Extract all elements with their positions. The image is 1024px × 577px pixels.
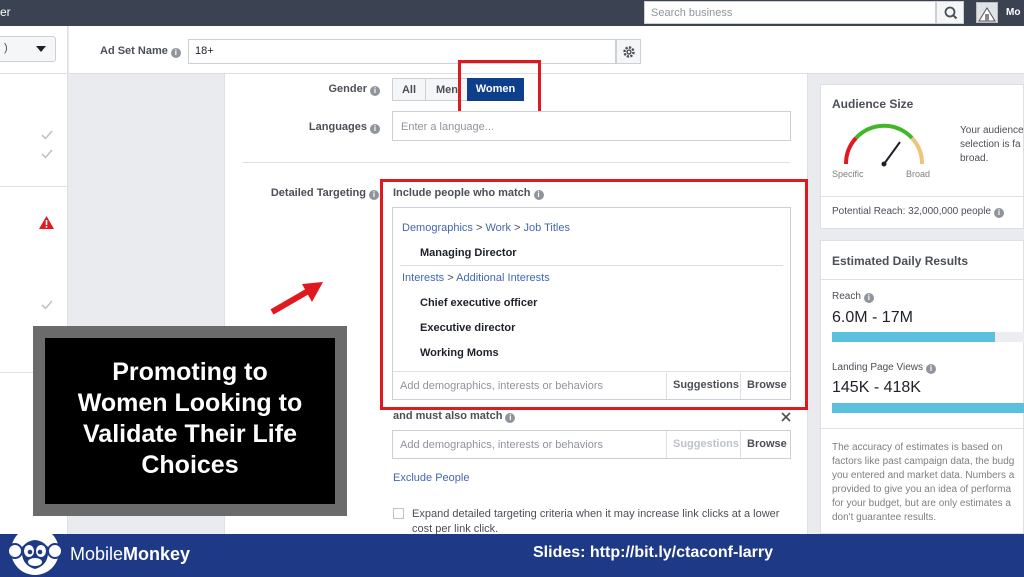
vertical-divider <box>666 431 667 458</box>
audience-gauge <box>843 123 925 167</box>
brand-name: MobileMonkey <box>70 544 190 565</box>
daily-results-title: Estimated Daily Results <box>832 254 969 268</box>
reach-value: 6.0M - 17M <box>832 309 913 326</box>
adset-name-label-text: Ad Set Name <box>100 45 168 57</box>
exclude-people-link[interactable]: Exclude People <box>393 472 469 484</box>
expand-targeting-text: Expand detailed targeting criteria when … <box>412 508 780 535</box>
monkey-logo-icon <box>7 527 63 575</box>
adset-name-label: Ad Set Name i <box>100 45 181 58</box>
callout-line: Promoting to <box>112 358 268 386</box>
card-divider <box>821 279 1024 280</box>
landing-page-views-value: 145K - 418K <box>832 379 921 396</box>
dropdown-fragment: ) <box>4 42 8 54</box>
vertical-divider <box>740 431 741 458</box>
disclaimer-line: you entered and market data. Numbers a <box>832 470 1015 481</box>
search-button[interactable] <box>936 1 964 24</box>
adset-name-input[interactable]: 18+ <box>188 39 616 64</box>
building-icon <box>978 7 996 22</box>
red-arrow-icon <box>270 282 323 315</box>
languages-input[interactable]: Enter a language... <box>392 111 791 141</box>
must-also-match-label: and must also match i <box>393 410 516 423</box>
close-icon[interactable] <box>781 412 791 422</box>
disclaimer-line: provided to give you an idea of performa <box>832 484 1011 495</box>
must-also-match-text: and must also match <box>393 410 503 422</box>
info-icon[interactable]: i <box>369 190 379 200</box>
suggestions-button-disabled: Suggestions <box>673 438 740 450</box>
callout-text: Promoting to Women Looking to Validate T… <box>45 338 335 504</box>
app-title-fragment: er <box>0 5 11 19</box>
description-line: Your audience <box>960 125 1024 136</box>
description-line: selection is fa <box>960 139 1021 150</box>
callout-line: Choices <box>141 451 239 479</box>
brand-name-part: Mobile <box>70 544 124 564</box>
brand-name-part-bold: Monkey <box>123 544 191 564</box>
info-icon[interactable]: i <box>370 86 380 96</box>
campaign-dropdown[interactable]: ) <box>0 36 56 62</box>
expand-targeting-checkbox[interactable] <box>393 508 404 519</box>
women-highlight-box <box>458 60 541 117</box>
lpv-bar-track <box>832 403 1024 413</box>
gender-label: Gender i <box>300 83 380 96</box>
gender-all-button[interactable]: All <box>392 78 426 101</box>
disclaimer-line: for your budget, but are only estimates … <box>832 498 1011 509</box>
landing-page-views-label: Landing Page Views i <box>832 362 936 374</box>
lpv-label-text: Landing Page Views <box>832 362 923 373</box>
disclaimer-line: don't guarantee results. <box>832 512 937 523</box>
browse-button[interactable]: Browse <box>747 438 787 450</box>
reach-bar-fill <box>832 332 996 342</box>
card-divider <box>821 428 1024 429</box>
card-divider <box>821 196 1024 197</box>
check-icon <box>41 130 53 140</box>
info-icon[interactable]: i <box>994 208 1005 218</box>
warning-icon <box>39 216 54 229</box>
caret-down-icon <box>36 46 46 52</box>
gender-label-text: Gender <box>328 83 367 95</box>
estimates-disclaimer: The accuracy of estimates is based on fa… <box>832 441 1024 525</box>
detailed-targeting-label: Detailed Targeting i <box>262 187 379 200</box>
info-icon[interactable]: i <box>505 413 516 423</box>
sidebar-divider <box>0 186 68 187</box>
check-icon <box>41 300 53 310</box>
potential-reach: Potential Reach: 32,000,000 people i <box>832 206 1005 218</box>
info-icon[interactable]: i <box>926 364 936 374</box>
lpv-bar-fill <box>832 403 1024 413</box>
targeting-highlight-box <box>380 179 808 410</box>
must-match-input[interactable]: Add demographics, interests or behaviors <box>400 439 603 451</box>
languages-label-text: Languages <box>308 121 367 133</box>
audience-description: Your audience selection is fa broad. <box>960 124 1024 166</box>
search-business-input[interactable]: Search business <box>644 1 936 24</box>
disclaimer-line: factors like past campaign data, the bud… <box>832 456 1015 467</box>
sidebar-divider <box>0 73 68 74</box>
section-divider <box>243 162 790 163</box>
search-icon <box>944 6 958 20</box>
check-icon <box>41 149 53 159</box>
description-line: broad. <box>960 153 989 164</box>
info-icon[interactable]: i <box>170 48 181 58</box>
settings-button[interactable] <box>616 39 641 64</box>
info-icon[interactable]: i <box>863 293 874 303</box>
disclaimer-line: The accuracy of estimates is based on <box>832 442 1003 453</box>
info-icon[interactable]: i <box>370 124 380 134</box>
reach-label-text: Reach <box>832 291 861 302</box>
user-name-fragment[interactable]: Mo <box>1006 7 1020 18</box>
languages-label: Languages i <box>290 121 380 134</box>
gauge-broad-label: Broad <box>906 169 931 179</box>
audience-size-title: Audience Size <box>832 97 914 111</box>
gauge-specific-label: Specific <box>832 169 864 179</box>
callout-line: Women Looking to <box>77 389 303 417</box>
callout-line: Validate Their Life <box>83 420 297 448</box>
reach-label: Reach i <box>832 291 874 303</box>
gear-icon <box>623 46 635 58</box>
reach-bar-track <box>832 332 1024 342</box>
detailed-targeting-label-text: Detailed Targeting <box>270 187 366 199</box>
business-avatar[interactable] <box>976 2 998 23</box>
potential-reach-text: Potential Reach: 32,000,000 people <box>832 206 992 217</box>
slides-link-text: Slides: http://bit.ly/ctaconf-larry <box>533 544 774 561</box>
